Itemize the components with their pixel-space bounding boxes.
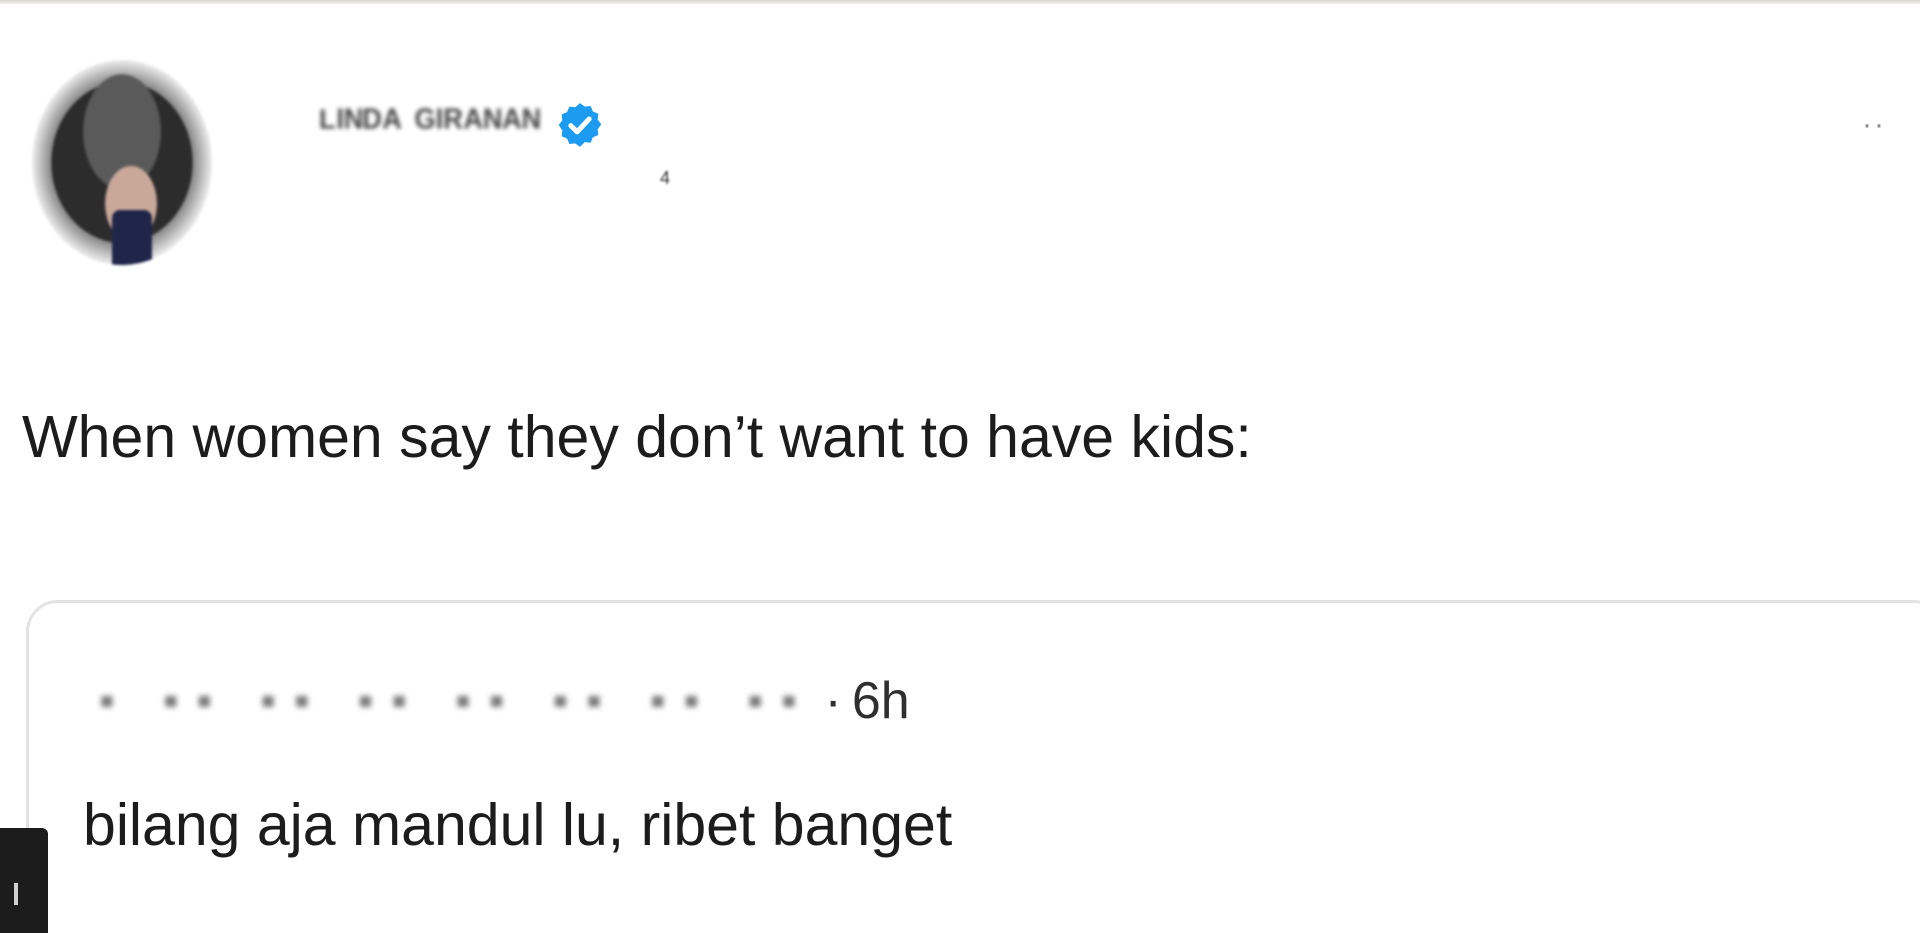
avatar[interactable] (32, 60, 212, 265)
quote-author-obscured: ▪︎ ▪︎▪︎ ▪︎▪︎ ▪︎▪︎ ▪︎▪︎ ▪︎▪︎ ▪︎▪︎ ▪︎▪︎ (99, 676, 815, 725)
author-display-name[interactable]: ᴸᴵᴺᴰᴬ ᴳᴵᴿᴬᴺᴬᴺ (320, 103, 541, 148)
quote-text: bilang aja mandul lu, ribet banget (83, 792, 953, 858)
quote-meta-row: ▪︎ ▪︎▪︎ ▪︎▪︎ ▪︎▪︎ ▪︎▪︎ ▪︎▪︎ ▪︎▪︎ ▪︎▪︎ · … (99, 671, 910, 731)
avatar-figure (112, 210, 152, 265)
quoted-reply-card[interactable]: ▪︎ ▪︎▪︎ ▪︎▪︎ ▪︎▪︎ ▪︎▪︎ ▪︎▪︎ ▪︎▪︎ ▪︎▪︎ · … (26, 600, 1920, 933)
author-row: ᴸᴵᴺᴰᴬ ᴳᴵᴿᴬᴺᴬᴺ (320, 100, 605, 150)
verified-badge-icon (558, 103, 602, 147)
quote-timestamp[interactable]: 6h (852, 671, 910, 731)
more-horizontal-icon[interactable]: ·· (1862, 110, 1886, 140)
tweet-text: When women say they don’t want to have k… (22, 404, 1252, 470)
quote-separator: · (824, 672, 842, 730)
author-handle: 4 (660, 168, 671, 188)
top-edge (0, 0, 1920, 4)
screenshot-frame: ᴸᴵᴺᴰᴬ ᴳᴵᴿᴬᴺᴬᴺ 4 ·· When women say they d… (0, 0, 1920, 933)
edge-artifact (0, 828, 48, 933)
